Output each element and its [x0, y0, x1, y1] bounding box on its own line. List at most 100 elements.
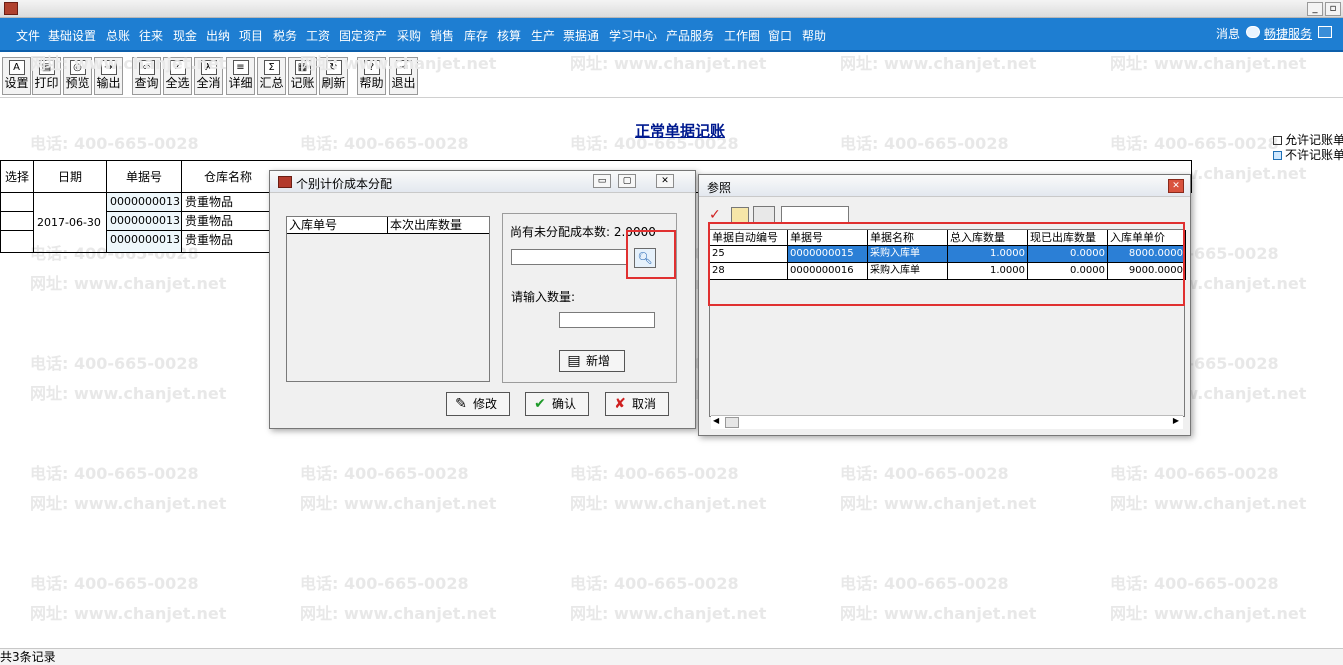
- horizontal-scrollbar[interactable]: ◀ ▶: [711, 415, 1183, 429]
- watermark-text: 电话: 400-665-0028: [30, 134, 199, 153]
- menu-item-20[interactable]: 帮助: [802, 27, 826, 44]
- detail-icon: ≡: [232, 60, 249, 75]
- menu-item-8[interactable]: 工资: [306, 27, 330, 44]
- column-header-out-qty[interactable]: 本次出库数量: [388, 217, 489, 234]
- watermark-text: 电话: 400-665-0028: [1110, 464, 1279, 483]
- menu-item-11[interactable]: 销售: [430, 27, 454, 44]
- toolbar-button-10[interactable]: ↻ 刷新: [319, 57, 348, 95]
- export-icon: →: [100, 60, 117, 75]
- column-header-date[interactable]: 日期: [33, 160, 107, 193]
- menu-item-2[interactable]: 总账: [106, 27, 130, 44]
- column-header-in-no[interactable]: 入库单号: [287, 217, 388, 234]
- confirm-check-icon[interactable]: ✓: [709, 207, 727, 223]
- toolbar-button-11[interactable]: ? 帮助: [357, 57, 386, 95]
- cancel-button[interactable]: ✘ 取消: [605, 392, 669, 416]
- close-icon[interactable]: ✕: [656, 174, 674, 188]
- toolbar-button-label: 汇总: [259, 76, 284, 90]
- highlight-box: [708, 222, 1185, 306]
- highlight-box: [626, 230, 676, 279]
- table-row-warehouse[interactable]: 贵重物品: [181, 211, 275, 231]
- watermark-text: 网址: www.chanjet.net: [1110, 604, 1307, 623]
- toolbar-button-label: 帮助: [359, 76, 384, 90]
- menu-item-16[interactable]: 学习中心: [609, 27, 657, 44]
- menu-item-6[interactable]: 项目: [239, 27, 263, 44]
- quantity-input[interactable]: [559, 312, 655, 328]
- menu-item-18[interactable]: 工作圈: [724, 27, 760, 44]
- in-stock-no-input[interactable]: [511, 249, 627, 265]
- toolbar-button-label: 退出: [391, 76, 416, 90]
- menu-item-15[interactable]: 票据通: [563, 27, 599, 44]
- restore-icon[interactable]: ▫: [1325, 2, 1341, 16]
- table-row-doc-no[interactable]: 0000000013: [106, 230, 182, 253]
- watermark-text: 网址: www.chanjet.net: [840, 604, 1037, 623]
- row-select-cell[interactable]: [0, 211, 34, 231]
- menu-item-17[interactable]: 产品服务: [666, 27, 714, 44]
- table-row-warehouse[interactable]: 贵重物品: [181, 192, 275, 212]
- column-header-doc-no[interactable]: 单据号: [106, 160, 182, 193]
- modify-button-label: 修改: [473, 397, 498, 411]
- toolbar-button-label: 设置: [4, 76, 29, 90]
- toolbar-button-2[interactable]: ◎ 预览: [63, 57, 92, 95]
- toolbar-button-label: 预览: [65, 76, 90, 90]
- close-icon[interactable]: ✕: [1168, 179, 1184, 193]
- watermark-text: 电话: 400-665-0028: [840, 574, 1009, 593]
- table-row-doc-no[interactable]: 0000000013: [106, 211, 182, 231]
- toolbar-button-7[interactable]: ≡ 详细: [226, 57, 255, 95]
- menu-item-19[interactable]: 窗口: [768, 27, 792, 44]
- scroll-right-icon[interactable]: ▶: [1173, 416, 1179, 425]
- chat-bubble-icon: [1246, 26, 1260, 38]
- add-button[interactable]: ▤ 新增: [559, 350, 625, 372]
- deselect-all-icon: ✗: [200, 60, 217, 75]
- scroll-thumb[interactable]: [725, 417, 739, 428]
- menu-item-4[interactable]: 现金: [173, 27, 197, 44]
- menu-item-12[interactable]: 库存: [464, 27, 488, 44]
- toolbar-button-6[interactable]: ✗ 全消: [194, 57, 223, 95]
- watermark-text: 电话: 400-665-0028: [1110, 134, 1279, 153]
- menu-item-5[interactable]: 出纳: [206, 27, 230, 44]
- document-icon[interactable]: [731, 207, 749, 223]
- toolbar-button-5[interactable]: ✓ 全选: [163, 57, 192, 95]
- column-header-warehouse[interactable]: 仓库名称: [181, 160, 275, 193]
- confirm-button[interactable]: ✔ 确认: [525, 392, 589, 416]
- cost-allocation-titlebar[interactable]: 个别计价成本分配 ▭ ▢ ✕: [270, 171, 695, 193]
- menu-item-1[interactable]: 基础设置: [48, 27, 96, 44]
- toolbar-button-0[interactable]: A 设置: [2, 57, 31, 95]
- modify-button[interactable]: ✎ 修改: [446, 392, 510, 416]
- table-row-warehouse[interactable]: 贵重物品: [181, 230, 275, 253]
- minimize-icon[interactable]: ▭: [593, 174, 611, 188]
- quick-service-link[interactable]: 畅捷服务: [1264, 25, 1312, 42]
- menu-item-7[interactable]: 税务: [273, 27, 297, 44]
- toolbar-button-8[interactable]: Σ 汇总: [257, 57, 286, 95]
- watermark-text: 电话: 400-665-0028: [30, 574, 199, 593]
- toolbar-button-label: 全选: [165, 76, 190, 90]
- watermark-text: 网址: www.chanjet.net: [30, 274, 227, 293]
- row-select-cell[interactable]: [0, 230, 34, 253]
- menu-item-10[interactable]: 采购: [397, 27, 421, 44]
- toolbar-button-label: 查询: [134, 76, 159, 90]
- maximize-icon[interactable]: ▢: [618, 174, 636, 188]
- row-select-cell[interactable]: [0, 192, 34, 212]
- settings-icon: A: [8, 60, 25, 75]
- menu-item-13[interactable]: 核算: [497, 27, 521, 44]
- menu-item-3[interactable]: 往来: [139, 27, 163, 44]
- menu-item-0[interactable]: 文件: [16, 27, 40, 44]
- minimize-icon[interactable]: _: [1307, 2, 1323, 16]
- in-stock-list[interactable]: 入库单号 本次出库数量: [286, 216, 490, 382]
- column-header-select[interactable]: 选择: [0, 160, 34, 193]
- watermark-text: 电话: 400-665-0028: [840, 134, 1009, 153]
- toolbar-button-3[interactable]: → 输出: [94, 57, 123, 95]
- watermark-text: 电话: 400-665-0028: [30, 354, 199, 373]
- message-link[interactable]: 消息: [1216, 25, 1240, 42]
- toolbar-button-1[interactable]: ▤ 打印: [32, 57, 61, 95]
- reference-titlebar[interactable]: 参照 ✕: [699, 175, 1190, 197]
- table-row-doc-no[interactable]: 0000000013: [106, 192, 182, 212]
- quantity-label: 请输入数量:: [511, 290, 576, 304]
- menubar: 消息 畅捷服务 文件 基础设置 总账 往来 现金 出纳 项目 税务 工资 固定资产 采购 销售 库存 核算…: [0, 18, 1343, 52]
- toolbar-button-12[interactable]: ⇥ 退出: [389, 57, 418, 95]
- menu-item-9[interactable]: 固定资产: [339, 27, 387, 44]
- toolbar-button-9[interactable]: ▦ 记账: [288, 57, 317, 95]
- watermark-text: 电话: 400-665-0028: [300, 134, 469, 153]
- scroll-left-icon[interactable]: ◀: [713, 416, 719, 425]
- menu-item-14[interactable]: 生产: [531, 27, 555, 44]
- toolbar-button-4[interactable]: ∞ 查询: [132, 57, 161, 95]
